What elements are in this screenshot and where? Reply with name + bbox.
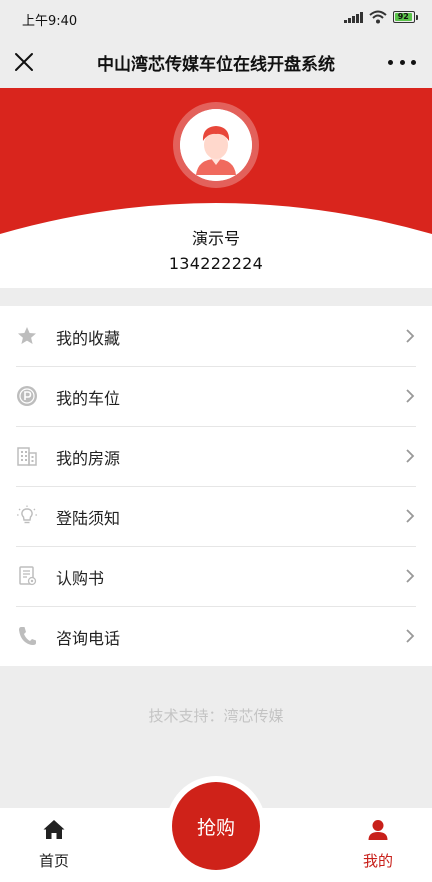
tab-home-label: 首页 <box>38 852 69 870</box>
more-icon[interactable] <box>388 50 416 74</box>
nav-bar: 中山湾芯传媒车位在线开盘系统 <box>0 36 432 88</box>
menu-item-parking[interactable]: 我的车位 <box>0 366 432 426</box>
chevron-right-icon <box>406 329 415 343</box>
menu-item-favorites[interactable]: 我的收藏 <box>0 306 432 366</box>
signal-icon <box>344 11 363 23</box>
tab-mine-label: 我的 <box>362 852 393 870</box>
menu-item-subscription[interactable]: 认购书 <box>0 546 432 606</box>
avatar[interactable] <box>180 109 252 181</box>
tech-support-text: 技术支持：湾芯传媒 <box>148 707 284 725</box>
page: 上午9:40 92 中山湾芯传媒车位在线开盘系统 演示号 134222224 我… <box>0 0 432 882</box>
chevron-right-icon <box>406 389 415 403</box>
menu-item-login-notice[interactable]: 登陆须知 <box>0 486 432 546</box>
grab-button-label: 抢购 <box>196 816 235 839</box>
menu-item-label: 我的车位 <box>56 389 121 408</box>
chevron-right-icon <box>406 449 415 463</box>
user-avatar-icon <box>180 109 252 181</box>
document-icon <box>19 566 37 586</box>
menu-list: 我的收藏 我的车位 我的房源 登陆须知 认购书 咨询电话 <box>0 306 432 666</box>
status-time: 上午9:40 <box>22 14 78 29</box>
parking-icon <box>17 386 37 406</box>
tab-mine[interactable]: 我的 <box>328 808 428 882</box>
tab-home[interactable]: 首页 <box>4 808 104 882</box>
status-bar: 上午9:40 92 <box>0 0 432 36</box>
menu-item-property[interactable]: 我的房源 <box>0 426 432 486</box>
building-icon <box>17 447 37 466</box>
chevron-right-icon <box>406 509 415 523</box>
menu-item-label: 我的房源 <box>56 449 121 468</box>
menu-item-label: 咨询电话 <box>56 629 121 648</box>
close-icon[interactable] <box>10 48 38 76</box>
menu-item-label: 认购书 <box>56 569 105 588</box>
menu-item-label: 登陆须知 <box>56 509 121 528</box>
user-name: 演示号 <box>191 229 240 248</box>
battery-icon: 92 <box>393 11 418 23</box>
phone-icon <box>19 627 36 645</box>
menu-item-label: 我的收藏 <box>56 329 121 348</box>
chevron-right-icon <box>406 629 415 643</box>
home-icon <box>43 820 65 839</box>
user-icon <box>368 820 388 840</box>
bulb-icon <box>17 505 37 524</box>
star-icon <box>18 327 36 344</box>
battery-level: 92 <box>395 13 412 21</box>
chevron-right-icon <box>406 569 415 583</box>
wifi-icon <box>369 10 387 24</box>
status-icons: 92 <box>344 10 418 24</box>
grab-button[interactable]: 抢购 <box>172 782 260 870</box>
profile-header: 演示号 134222224 <box>0 88 432 288</box>
page-title: 中山湾芯传媒车位在线开盘系统 <box>97 55 335 75</box>
user-phone: 134222224 <box>168 254 264 273</box>
menu-item-phone[interactable]: 咨询电话 <box>0 606 432 666</box>
